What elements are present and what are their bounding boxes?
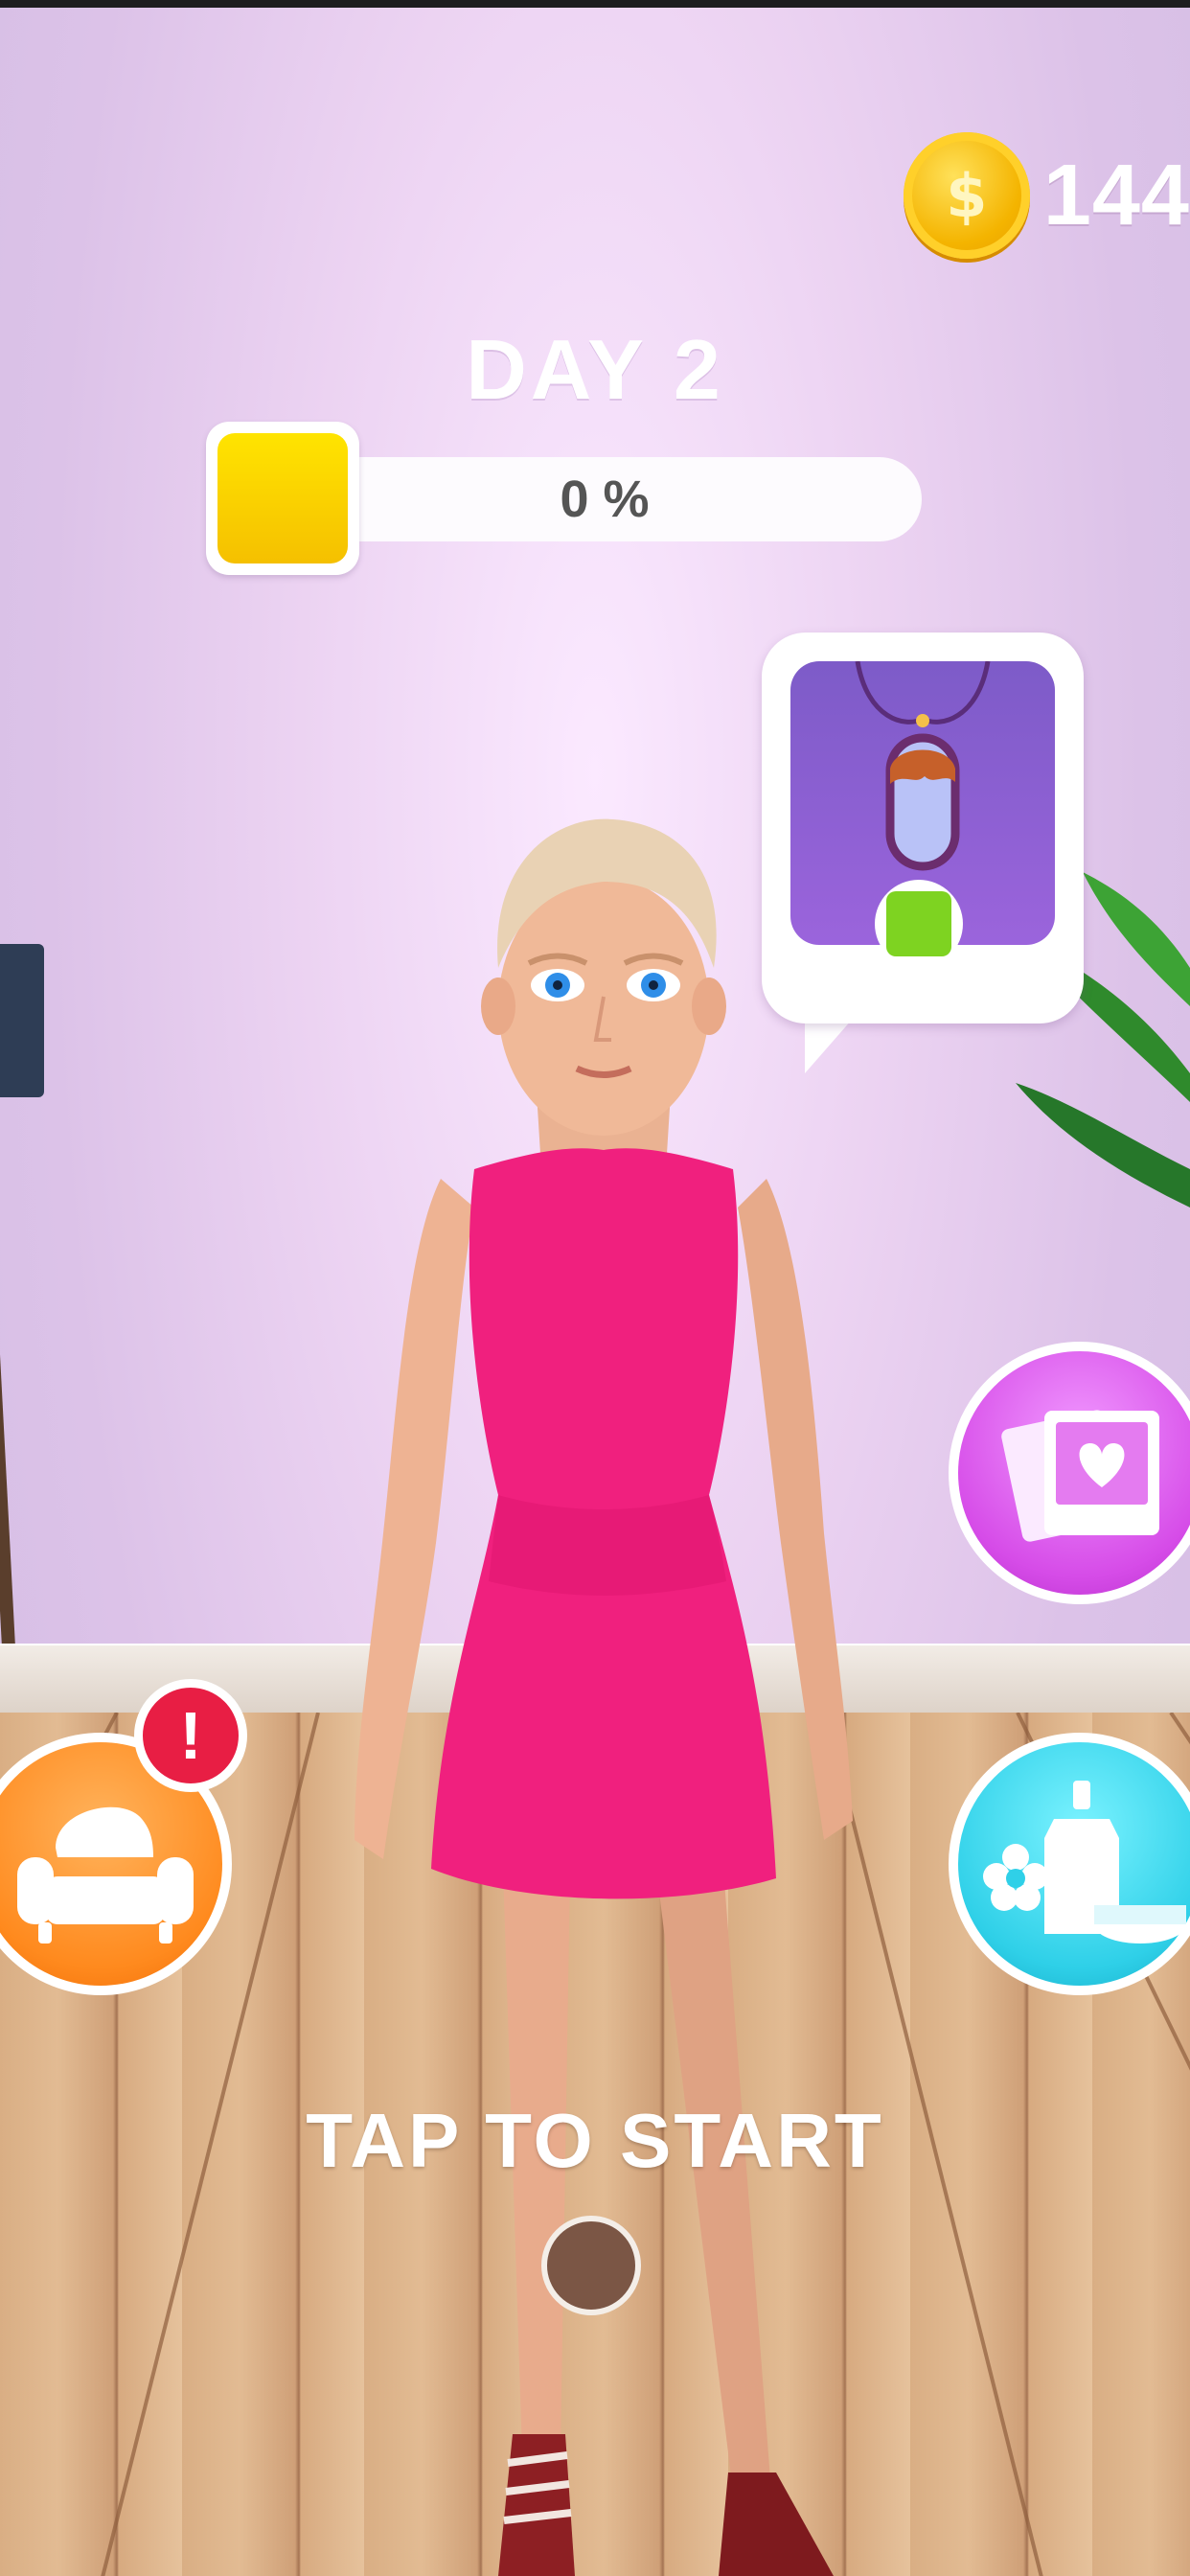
coin-counter: $ 144 — [903, 132, 1190, 259]
progress-badge-icon — [206, 422, 359, 575]
coin-count: 144 — [1042, 147, 1190, 243]
coin-icon: $ — [903, 132, 1030, 259]
cosmetics-shop-button[interactable] — [949, 1733, 1190, 1995]
tap-to-start-label[interactable]: TAP TO START — [0, 2097, 1190, 2185]
coin-symbol: $ — [946, 160, 988, 231]
tap-indicator[interactable] — [541, 2216, 641, 2315]
day-progress-bar: 0 % — [287, 457, 922, 541]
status-bar — [0, 0, 1190, 8]
photo-album-heart-icon — [1001, 1410, 1159, 1542]
game-scene[interactable]: $ 144 DAY 2 0 % ! TAP TO START — [0, 0, 1190, 2576]
photo-album-button[interactable] — [949, 1342, 1190, 1604]
progress-text: 0 % — [560, 471, 650, 528]
lamp-shade — [0, 944, 44, 1097]
day-title: DAY 2 — [466, 322, 724, 417]
cosmetics-shop-icon — [983, 1781, 1186, 1944]
notification-alert-icon: ! — [134, 1679, 247, 1792]
